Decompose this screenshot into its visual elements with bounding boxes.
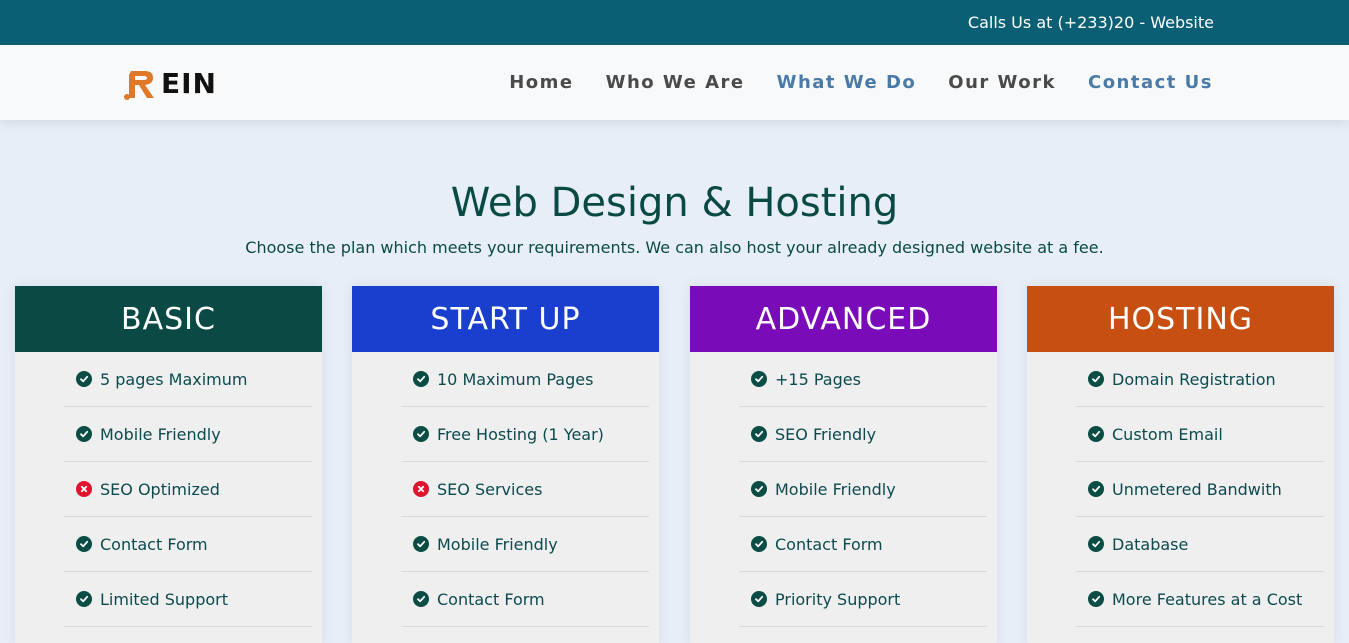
check-circle-icon bbox=[76, 371, 92, 387]
plan-title: ADVANCED bbox=[690, 286, 997, 352]
plan-feature-label: Priority Support bbox=[775, 589, 901, 609]
logo-r-icon bbox=[124, 71, 154, 100]
plan-title: HOSTING bbox=[1027, 286, 1334, 352]
plan-feature-list: +15 Pages SEO Friendly Mobile Friendly Cont… bbox=[690, 352, 997, 627]
plan-feature-label: SEO Services bbox=[437, 479, 543, 499]
plan-card-hosting: HOSTING Domain Registration Custom Email Un… bbox=[1027, 286, 1334, 643]
check-circle-icon bbox=[751, 536, 767, 552]
check-circle-icon bbox=[413, 591, 429, 607]
plan-feature-label: Unmetered Bandwith bbox=[1112, 479, 1282, 499]
plan-title: BASIC bbox=[15, 286, 322, 352]
contact-phone-text: Calls Us at (+233)20 - Website bbox=[967, 13, 1214, 32]
page-title: Web Design & Hosting bbox=[450, 180, 899, 226]
check-circle-icon bbox=[76, 536, 92, 552]
plan-feature-label: Contact Form bbox=[775, 534, 883, 554]
check-circle-icon bbox=[76, 426, 92, 442]
plan-feature-label: Mobile Friendly bbox=[775, 479, 896, 499]
check-circle-icon bbox=[413, 371, 429, 387]
nav-item-who-we-are[interactable]: Who We Are bbox=[606, 72, 745, 93]
plan-feature-label: 10 Maximum Pages bbox=[437, 369, 594, 389]
plan-feature-label: Mobile Friendly bbox=[100, 424, 221, 444]
plan-feature-item: 5 pages Maximum bbox=[64, 352, 312, 407]
check-circle-icon bbox=[751, 371, 767, 387]
plan-feature-label: SEO Friendly bbox=[775, 424, 877, 444]
plan-feature-item: Custom Email bbox=[1076, 407, 1324, 462]
plan-feature-item: +15 Pages bbox=[739, 352, 987, 407]
plan-feature-label: Custom Email bbox=[1112, 424, 1223, 444]
plan-feature-label: Contact Form bbox=[437, 589, 545, 609]
plan-feature-list: 10 Maximum Pages Free Hosting (1 Year) SEO… bbox=[352, 352, 659, 627]
check-circle-icon bbox=[751, 481, 767, 497]
plan-card-basic: BASIC 5 pages Maximum Mobile Friendly SEO O… bbox=[15, 286, 322, 643]
plan-feature-item: Free Hosting (1 Year) bbox=[401, 407, 649, 462]
cross-circle-icon bbox=[76, 481, 92, 497]
plan-feature-list: 5 pages Maximum Mobile Friendly SEO Optimi… bbox=[15, 352, 322, 627]
plan-feature-label: Free Hosting (1 Year) bbox=[437, 424, 604, 444]
nav-item-contact-us[interactable]: Contact Us bbox=[1088, 72, 1213, 93]
check-circle-icon bbox=[751, 426, 767, 442]
plan-title: START UP bbox=[352, 286, 659, 352]
plan-feature-item: Contact Form bbox=[401, 572, 649, 627]
plan-feature-item: More Features at a Cost bbox=[1076, 572, 1324, 627]
plan-feature-item: SEO Friendly bbox=[739, 407, 987, 462]
plan-feature-label: +15 Pages bbox=[775, 369, 861, 389]
plan-feature-item: Contact Form bbox=[739, 517, 987, 572]
plan-feature-label: Mobile Friendly bbox=[437, 534, 558, 554]
plan-feature-item: 10 Maximum Pages bbox=[401, 352, 649, 407]
plan-feature-item: Mobile Friendly bbox=[739, 462, 987, 517]
plan-feature-item: Contact Form bbox=[64, 517, 312, 572]
cross-circle-icon bbox=[413, 481, 429, 497]
plan-feature-item: Unmetered Bandwith bbox=[1076, 462, 1324, 517]
plan-feature-item: Limited Support bbox=[64, 572, 312, 627]
plan-feature-item: Domain Registration bbox=[1076, 352, 1324, 407]
plan-feature-label: More Features at a Cost bbox=[1112, 589, 1303, 609]
plan-feature-label: Domain Registration bbox=[1112, 369, 1276, 389]
check-circle-icon bbox=[1088, 426, 1104, 442]
logo-text: EIN bbox=[161, 66, 217, 100]
nav-item-what-we-do[interactable]: What We Do bbox=[777, 72, 917, 93]
plan-feature-item: Mobile Friendly bbox=[64, 407, 312, 462]
page-subtitle: Choose the plan which meets your require… bbox=[245, 238, 1104, 257]
check-circle-icon bbox=[1088, 481, 1104, 497]
nav-menu: Home Who We Are What We Do Our Work Cont… bbox=[509, 45, 1213, 120]
plan-feature-item: SEO Services bbox=[401, 462, 649, 517]
plan-feature-list: Domain Registration Custom Email Unmetered… bbox=[1027, 352, 1334, 627]
check-circle-icon bbox=[751, 591, 767, 607]
nav-item-home[interactable]: Home bbox=[509, 72, 573, 93]
plan-feature-item: Database bbox=[1076, 517, 1324, 572]
check-circle-icon bbox=[413, 536, 429, 552]
check-circle-icon bbox=[1088, 371, 1104, 387]
plan-feature-label: Limited Support bbox=[100, 589, 228, 609]
plan-feature-item: Priority Support bbox=[739, 572, 987, 627]
plan-feature-label: SEO Optimized bbox=[100, 479, 220, 499]
check-circle-icon bbox=[1088, 536, 1104, 552]
plan-card-advanced: ADVANCED +15 Pages SEO Friendly Mobile Frie… bbox=[690, 286, 997, 643]
plan-feature-item: SEO Optimized bbox=[64, 462, 312, 517]
plan-feature-label: Contact Form bbox=[100, 534, 208, 554]
plan-feature-label: Database bbox=[1112, 534, 1189, 554]
check-circle-icon bbox=[413, 426, 429, 442]
check-circle-icon bbox=[76, 591, 92, 607]
plan-feature-item: Mobile Friendly bbox=[401, 517, 649, 572]
plan-feature-label: 5 pages Maximum bbox=[100, 369, 248, 389]
nav-item-our-work[interactable]: Our Work bbox=[948, 72, 1056, 93]
brand-logo[interactable]: EIN bbox=[123, 65, 217, 101]
plan-card-start-up: START UP 10 Maximum Pages Free Hosting (1 … bbox=[352, 286, 659, 643]
check-circle-icon bbox=[1088, 591, 1104, 607]
top-bar: Calls Us at (+233)20 - Website bbox=[0, 0, 1349, 45]
main-navbar: EIN Home Who We Are What We Do Our Work … bbox=[0, 45, 1349, 120]
